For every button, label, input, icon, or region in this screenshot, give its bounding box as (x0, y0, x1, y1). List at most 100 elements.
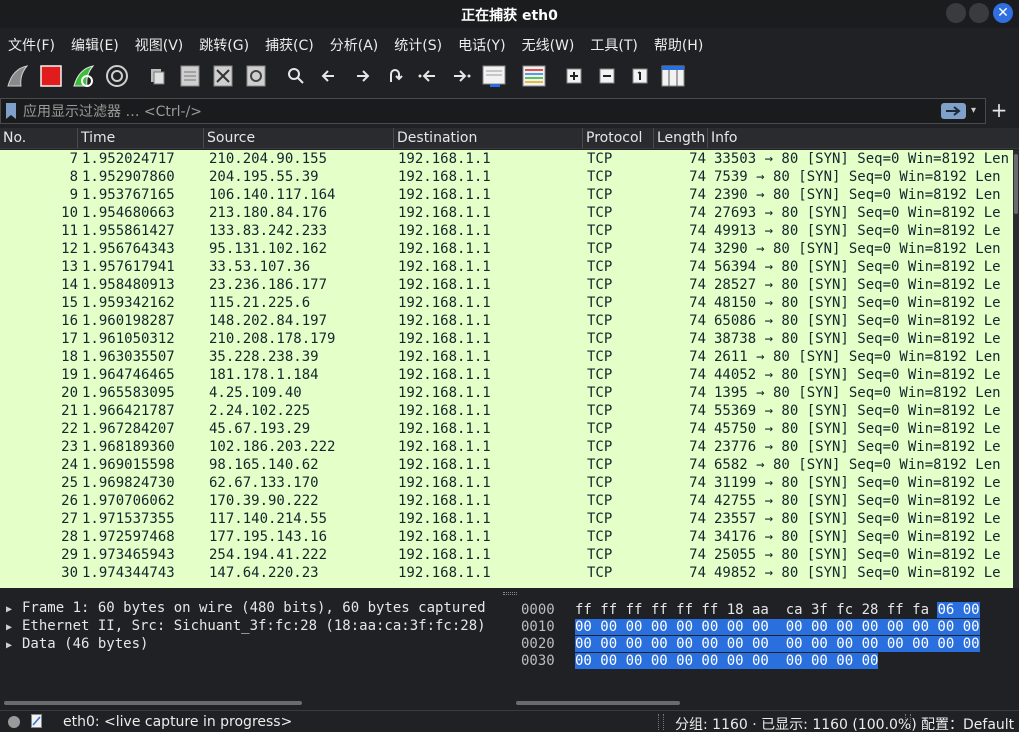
packet-row[interactable]: 14 1.958480913 23.236.186.177 192.168.1.1 TC… (0, 276, 1013, 294)
display-filter-input[interactable] (23, 99, 923, 123)
scrollbar-thumb[interactable] (1014, 154, 1018, 214)
stop-capture-icon[interactable] (38, 63, 64, 89)
packet-row[interactable]: 10 1.954680663 213.180.84.176 192.168.1.1 TC… (0, 204, 1013, 222)
packet-row[interactable]: 25 1.969824730 62.67.133.170 192.168.1.1 TCP… (0, 474, 1013, 492)
packet-row[interactable]: 30 1.974344743 147.64.220.23 192.168.1.1 TCP… (0, 564, 1013, 582)
details-row-ethernet[interactable]: ▶ Ethernet II, Src: Sichuant_3f:fc:28 (18… (0, 618, 507, 636)
normal-size-icon[interactable] (627, 63, 653, 89)
packet-list[interactable]: 7 1.952024717 210.204.90.155 192.168.1.1 TCP… (0, 150, 1013, 588)
packet-row[interactable]: 16 1.960198287 148.202.84.197 192.168.1.1 TC… (0, 312, 1013, 330)
packet-row[interactable]: 27 1.971537355 117.140.214.55 192.168.1.1 TC… (0, 510, 1013, 528)
packet-details-pane: ▶ Frame 1: 60 bytes on wire (480 bits), 6… (0, 600, 507, 710)
capture-options-icon[interactable] (104, 63, 130, 89)
cell-info: 28527 → 80 [SYN] Seq=0 Win=8192 Le (714, 277, 1001, 293)
menu-edit[interactable]: 编辑(E) (63, 30, 127, 56)
packet-row[interactable]: 7 1.952024717 210.204.90.155 192.168.1.1 TCP… (0, 150, 1013, 168)
splitter-grip[interactable] (503, 592, 517, 595)
column-header-source[interactable]: Source (204, 128, 394, 148)
autoscroll-icon[interactable] (481, 63, 507, 89)
packet-row[interactable]: 18 1.963035507 35.228.238.39 192.168.1.1 TCP… (0, 348, 1013, 366)
packet-row[interactable]: 19 1.964746465 181.178.1.184 192.168.1.1 TCP… (0, 366, 1013, 384)
details-row-data[interactable]: ▶ Data (46 bytes) (0, 636, 507, 654)
close-file-icon[interactable] (210, 63, 236, 89)
maximize-button[interactable] (969, 3, 989, 23)
packet-row[interactable]: 20 1.965583095 4.25.109.40 192.168.1.1 TCP 74… (0, 384, 1013, 402)
expert-info-icon[interactable] (8, 716, 20, 728)
save-file-icon[interactable] (177, 63, 203, 89)
menu-file[interactable]: 文件(F) (0, 30, 63, 56)
packet-row[interactable]: 8 1.952907860 204.195.55.39 192.168.1.1 TCP 7… (0, 168, 1013, 186)
bytes-row[interactable]: 0030 00 00 00 00 00 00 00 00 00 00 00 00 (512, 652, 1019, 669)
menu-telephony[interactable]: 电话(Y) (450, 30, 513, 56)
bytes-row[interactable]: 0000 ff ff ff ff ff ff 18 aa ca 3f fc 28… (512, 601, 1019, 618)
find-packet-icon[interactable] (283, 63, 309, 89)
bytes-hscrollbar[interactable] (512, 700, 1019, 706)
menu-wireless[interactable]: 无线(W) (514, 30, 583, 56)
colorize-icon[interactable] (521, 63, 547, 89)
menu-help[interactable]: 帮助(H) (646, 30, 711, 56)
column-header-length[interactable]: Length (654, 128, 708, 148)
column-header-protocol[interactable]: Protocol (583, 128, 654, 148)
chevron-down-icon[interactable]: ▾ (971, 103, 983, 119)
packet-row[interactable]: 29 1.973465943 254.194.41.222 192.168.1.1 TC… (0, 546, 1013, 564)
cell-protocol: TCP (587, 331, 613, 347)
reload-file-icon[interactable] (243, 63, 269, 89)
packet-row[interactable]: 9 1.953767165 106.140.117.164 192.168.1.1 TC… (0, 186, 1013, 204)
expand-arrow-icon[interactable]: ▶ (6, 622, 22, 633)
restart-capture-icon[interactable] (71, 63, 97, 89)
packet-row[interactable]: 24 1.969015598 98.165.140.62 192.168.1.1 TCP… (0, 456, 1013, 474)
resize-columns-icon[interactable] (660, 63, 686, 89)
details-row-frame[interactable]: ▶ Frame 1: 60 bytes on wire (480 bits), 6… (0, 600, 507, 618)
zoom-out-icon[interactable] (594, 63, 620, 89)
first-packet-icon[interactable] (415, 63, 441, 89)
expand-arrow-icon[interactable]: ▶ (6, 640, 22, 651)
menu-capture[interactable]: 捕获(C) (257, 30, 322, 56)
packet-row[interactable]: 28 1.972597468 177.195.143.16 192.168.1.1 TC… (0, 528, 1013, 546)
close-button[interactable]: ✕ (993, 3, 1013, 23)
details-text: Frame 1: 60 bytes on wire (480 bits), 60… (22, 600, 486, 616)
column-header-info[interactable]: Info (708, 128, 1019, 148)
column-header-no[interactable]: No. (0, 128, 78, 148)
packet-row[interactable]: 13 1.957617941 33.53.107.36 192.168.1.1 TCP 7… (0, 258, 1013, 276)
column-header-destination[interactable]: Destination (394, 128, 583, 148)
apply-filter-button[interactable] (941, 103, 966, 119)
packet-row[interactable]: 23 1.968189360 102.186.203.222 192.168.1.1 T… (0, 438, 1013, 456)
last-packet-icon[interactable] (448, 63, 474, 89)
go-back-icon[interactable] (316, 63, 342, 89)
menu-view[interactable]: 视图(V) (127, 30, 192, 56)
column-header-time[interactable]: Time (78, 128, 204, 148)
details-hscrollbar[interactable] (0, 700, 507, 706)
packet-row[interactable]: 26 1.970706062 170.39.90.222 192.168.1.1 TCP… (0, 492, 1013, 510)
menu-analyze[interactable]: 分析(A) (322, 30, 387, 56)
bytes-hex: 00 00 00 00 00 00 00 00 00 00 00 00 00 0… (575, 619, 980, 635)
packet-row[interactable]: 22 1.967284207 45.67.193.29 192.168.1.1 TCP 7… (0, 420, 1013, 438)
profile-label[interactable]: 配置：Default (921, 714, 1014, 732)
scrollbar-thumb[interactable] (516, 701, 680, 705)
capture-comment-icon[interactable] (31, 714, 43, 728)
minimize-button[interactable] (946, 3, 966, 23)
open-file-icon[interactable] (144, 63, 170, 89)
menu-go[interactable]: 跳转(G) (191, 30, 257, 56)
cell-destination: 192.168.1.1 (398, 511, 491, 527)
packet-row[interactable]: 11 1.955861427 133.83.242.233 192.168.1.1 TC… (0, 222, 1013, 240)
menu-tools[interactable]: 工具(T) (582, 30, 645, 56)
add-filter-button[interactable]: + (989, 99, 1009, 123)
start-capture-icon[interactable] (5, 63, 31, 89)
cell-source: 117.140.214.55 (209, 511, 328, 527)
menu-statistics[interactable]: 统计(S) (386, 30, 450, 56)
packet-row[interactable]: 12 1.956764343 95.131.102.162 192.168.1.1 TC… (0, 240, 1013, 258)
packet-list-scrollbar[interactable] (1013, 150, 1019, 588)
bookmark-icon[interactable] (5, 102, 17, 120)
zoom-in-icon[interactable] (561, 63, 587, 89)
go-forward-icon[interactable] (349, 63, 375, 89)
packet-row[interactable]: 17 1.961050312 210.208.178.179 192.168.1.1 T… (0, 330, 1013, 348)
packet-row[interactable]: 15 1.959342162 115.21.225.6 192.168.1.1 TCP 7… (0, 294, 1013, 312)
scrollbar-thumb[interactable] (4, 701, 302, 705)
expand-arrow-icon[interactable]: ▶ (6, 604, 22, 615)
cell-no: 19 (61, 367, 78, 383)
go-to-packet-icon[interactable] (382, 63, 408, 89)
bytes-row[interactable]: 0020 00 00 00 00 00 00 00 00 00 00 00 00… (512, 635, 1019, 652)
bytes-row[interactable]: 0010 00 00 00 00 00 00 00 00 00 00 00 00… (512, 618, 1019, 635)
packet-row[interactable]: 21 1.966421787 2.24.102.225 192.168.1.1 TCP 7… (0, 402, 1013, 420)
pane-splitter[interactable] (0, 588, 1019, 600)
